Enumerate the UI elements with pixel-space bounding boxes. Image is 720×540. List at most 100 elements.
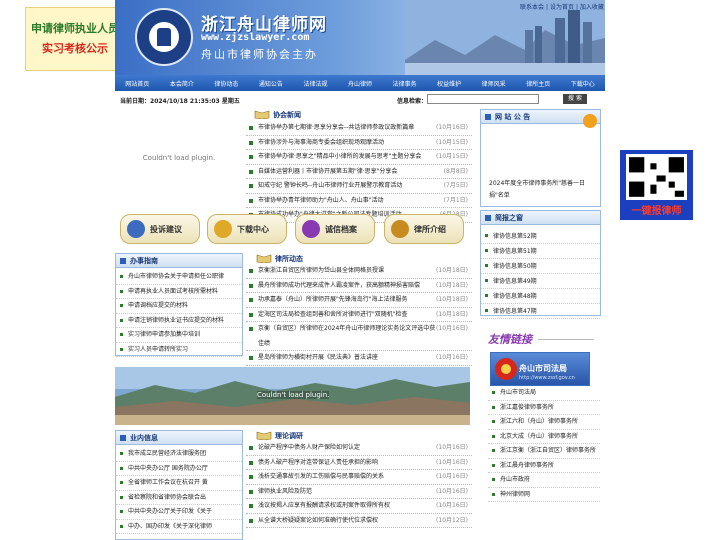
- nav-laws[interactable]: 法律法规: [293, 79, 338, 88]
- industry-item[interactable]: 全省律师工作会议在杭召开 黄: [116, 476, 242, 491]
- news-item[interactable]: 自媒体运营利器丨市律协开展第五期"律·思享"分享会 (8月8日): [246, 165, 472, 179]
- industry-list: 我市成立民营经济法律服务团 中共中央办公厅 国务院办公厅 全省律师工作会议在杭召…: [116, 445, 242, 534]
- top-link-contact[interactable]: 联系本会: [520, 4, 544, 11]
- firm-intro-button[interactable]: 律所介绍: [384, 214, 464, 244]
- guide-item[interactable]: 申请调档应提交的材料: [116, 299, 242, 314]
- news-item[interactable]: 市律协举办第七期律·思享分享会--共话律师参政议政新篇章 (10月16日): [246, 121, 472, 136]
- guide-item[interactable]: 申请再执业人员面试考核所需材料: [116, 285, 242, 299]
- download-icon: [214, 220, 232, 238]
- guide-title: 办事指南: [116, 254, 242, 268]
- friend-link[interactable]: 神州律师网: [488, 488, 600, 502]
- news-title: 市律协举办律·思享之"精品中小律所的发展与思考"主题分享会: [258, 153, 422, 160]
- news-item[interactable]: 市律协举办青年律师助力"舟山人、舟山事"活动 (7月1日): [246, 194, 472, 208]
- announcement-icon: [583, 114, 597, 128]
- brief-item[interactable]: 律协信息第50期: [481, 259, 600, 274]
- brief-item[interactable]: 律协信息第52期: [481, 229, 600, 244]
- news-title: 浅析交通事故引发的工伤赔偿与民事赔偿的关系: [258, 473, 385, 480]
- nav-news[interactable]: 律协动态: [204, 79, 249, 88]
- theory-list: 论破产程序中债务人财产保险如何认定 (10月16日) 债务人破产程序对连带保证人责…: [246, 441, 472, 528]
- friend-links-title: 友情链接: [488, 333, 532, 346]
- search-button[interactable]: 搜 索: [563, 94, 587, 104]
- industry-panel: 业内信息 我市成立民营经济法律服务团 中共中央办公厅 国务院办公厅 全省律师工作…: [115, 430, 243, 540]
- industry-item[interactable]: 我市成立民营经济法律服务团: [116, 447, 242, 462]
- friend-link[interactable]: 浙江六和（舟山）律师事务所: [488, 415, 600, 430]
- date-value: 2024/10/18 21:35:03 星期五: [150, 98, 240, 105]
- brief-item[interactable]: 律协信息第47期: [481, 304, 600, 319]
- news-title: 律师执业风险及防范: [258, 487, 313, 495]
- news-item[interactable]: 京衡（自贸区）所律师在2024年舟山市律师理论实务论文评选中获佳绩 (10月16日…: [246, 322, 472, 351]
- friend-link[interactable]: 舟山市政府: [488, 473, 600, 488]
- news-item[interactable]: 定海区司法局检查组到善和舍所对律师进行"双随机"检查 (10月18日): [246, 308, 472, 322]
- search-label: 信息检索：: [397, 98, 428, 105]
- news-item[interactable]: 浅议按揭人应享有报酬请求权或刑案件取得所有权 (10月16日): [246, 499, 472, 514]
- news-item[interactable]: 浅析交通事故引发的工伤赔偿与民事赔偿的关系 (10月16日): [246, 470, 472, 485]
- association-logo-icon: [135, 8, 193, 66]
- news-item[interactable]: 市律协涉外与海事海商专委会组织现场观摩活动 (10月15日): [246, 136, 472, 150]
- guide-item[interactable]: 申请注销律师执业证书应提交的材料: [116, 314, 242, 328]
- nav-download[interactable]: 下载中心: [560, 79, 605, 88]
- page: 申请律师执业人员 实习考核公示 浙江舟山律师网 www.zjzslawyer.c…: [0, 0, 720, 540]
- industry-item[interactable]: 中共中央办公厅 国务院办公厅: [116, 462, 242, 476]
- city-skyline-image: [405, 0, 605, 75]
- industry-item[interactable]: 中共中央办公厅关于印发《关于: [116, 505, 242, 520]
- industry-item[interactable]: 省检察院和省律师协会联合出: [116, 491, 242, 505]
- nav-lawyers[interactable]: 舟山律师: [338, 79, 383, 88]
- nav-rights[interactable]: 权益维护: [427, 79, 472, 88]
- nav-about[interactable]: 本会简介: [160, 79, 205, 88]
- guide-item[interactable]: 实习人员申请转所实习: [116, 343, 242, 357]
- friend-link[interactable]: 舟山市司法局: [488, 386, 600, 401]
- guide-item[interactable]: 实习律师申请参加集中培训: [116, 328, 242, 343]
- news-date: (10月12日): [436, 516, 468, 524]
- floating-ad-qrcode[interactable]: 一键报律师: [620, 150, 693, 220]
- brief-item[interactable]: 律协信息第48期: [481, 289, 600, 304]
- plugin-error-text: Couldn't load plugin.: [142, 154, 216, 162]
- news-item[interactable]: 论破产程序中债务人财产保险如何认定 (10月16日): [246, 441, 472, 456]
- friend-links-list: 舟山市司法局 浙江嘉俊律师事务所 浙江六和（舟山）律师事务所 北京大成（舟山）律…: [488, 386, 600, 502]
- nav-notice[interactable]: 通知公告: [249, 79, 294, 88]
- friend-link[interactable]: 北京大成（舟山）律师事务所: [488, 430, 600, 444]
- qr-code-icon: [626, 154, 687, 200]
- friend-link[interactable]: 浙江京衡（浙江自贸区）律师事务所: [488, 444, 600, 459]
- news-item[interactable]: 律师执业风险及防范 (10月16日): [246, 485, 472, 499]
- industry-item[interactable]: 中办、国办印发《关于深化律师: [116, 520, 242, 534]
- news-date: (10月18日): [436, 267, 468, 274]
- nav-firms[interactable]: 律所主页: [516, 79, 561, 88]
- justice-bureau-banner[interactable]: 舟山市司法局 http://www.zssf.gov.cn: [490, 352, 590, 386]
- nav-home[interactable]: 网站首页: [115, 79, 160, 88]
- news-item[interactable]: 知戒守纪 警钟长鸣--舟山市律师行业开展警示教育活动 (7月5日): [246, 179, 472, 194]
- news-title: 知戒守纪 警钟长鸣--舟山市律师行业开展警示教育活动: [258, 182, 403, 189]
- divider: [538, 339, 594, 340]
- credit-archive-button[interactable]: 诚信档案: [295, 214, 375, 244]
- guide-list: 舟山市律师协会关于申请担任公职律 申请再执业人员面试考核所需材料 申请调档应提交…: [116, 268, 242, 357]
- brief-title: 简报之窗: [481, 211, 600, 225]
- news-item[interactable]: 晨舟所律师成功代理来成件人霸凌案件，获高额精神损害赔偿 (10月18日): [246, 279, 472, 293]
- nav-style[interactable]: 律师风采: [471, 79, 516, 88]
- friend-link[interactable]: 浙江嘉俊律师事务所: [488, 401, 600, 415]
- top-link-favorite[interactable]: 加入收藏: [580, 4, 604, 11]
- news-item[interactable]: 功承嘉泰（舟山）所律师开展"先锋海岛行"海上法律服务 (10月18日): [246, 293, 472, 308]
- friend-link[interactable]: 浙江晨舟律师事务所: [488, 459, 600, 473]
- news-item[interactable]: 债务人破产程序对连带保证人责任承担的影响 (10月16日): [246, 456, 472, 470]
- news-title: 市律协举办青年律师助力"舟山人、舟山事"活动: [258, 196, 384, 204]
- news-item[interactable]: 市律协举办律·思享之"精品中小律所的发展与思考"主题分享会 (10月15日): [246, 150, 472, 165]
- site-subtitle: 舟山市律师协会主办: [201, 48, 318, 61]
- brief-item[interactable]: 律协信息第49期: [481, 274, 600, 289]
- news-item[interactable]: 京衡浙江自贸区所律师为岱山县全体网格员授课 (10月18日): [246, 264, 472, 279]
- justice-bureau-url: http://www.zssf.gov.cn: [519, 375, 575, 381]
- news-item[interactable]: 星岛所律师为横街村开展《民法典》普法讲座 (10月16日): [246, 351, 472, 366]
- search-input[interactable]: [427, 94, 539, 104]
- news-item[interactable]: 从全谱大桥疑疑案论如何准确行使代位求偿权 (10月12日): [246, 514, 472, 528]
- news-date: (7月5日): [443, 182, 468, 189]
- announcement-text[interactable]: 2024年度全市律师事务所"慈善一日捐"名单: [489, 178, 595, 202]
- news-title: 从全谱大桥疑疑案论如何准确行使代位求偿权: [258, 516, 379, 524]
- top-link-homepage[interactable]: 设为首页: [550, 4, 574, 11]
- news-date: (10月16日): [436, 502, 468, 509]
- download-button[interactable]: 下载中心: [207, 214, 287, 244]
- floating-ad-internship[interactable]: 申请律师执业人员 实习考核公示: [25, 7, 125, 71]
- guide-item[interactable]: 舟山市律师协会关于申请担任公职律: [116, 270, 242, 285]
- nav-affairs[interactable]: 法律事务: [382, 79, 427, 88]
- industry-title: 业内信息: [116, 431, 242, 445]
- brief-item[interactable]: 律协信息第51期: [481, 244, 600, 259]
- site-header: 浙江舟山律师网 www.zjzslawyer.com 舟山市律师协会主办: [115, 0, 605, 75]
- complaint-button[interactable]: 投诉建议: [120, 214, 200, 244]
